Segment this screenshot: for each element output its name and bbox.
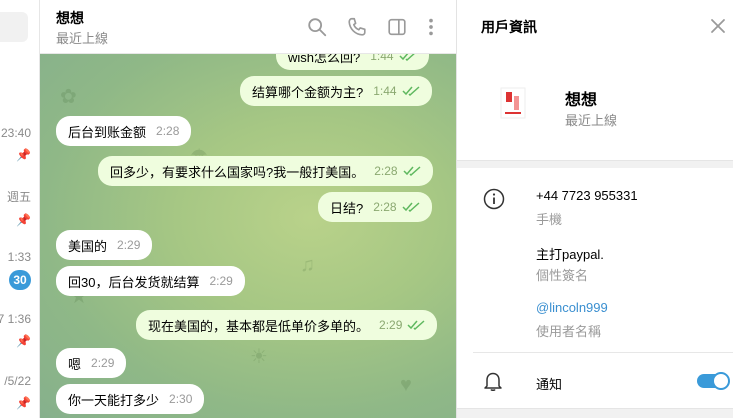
message-meta: 2:29 — [117, 238, 140, 252]
bio-label: 個性簽名 — [536, 268, 589, 283]
double-check-icon — [407, 320, 425, 330]
message-text: 回多少，有要求什么国家吗?我一般打美国。 — [110, 164, 365, 180]
search-icon[interactable] — [306, 16, 328, 38]
chat-time: 週五 — [6, 190, 31, 204]
message-text: 美国的 — [68, 238, 108, 254]
panel-title: 用戶資訊 — [481, 19, 537, 35]
pin-icon: 📌 — [16, 213, 31, 227]
message-bubble-outgoing[interactable]: 回多少，有要求什么国家吗?我一般打美国。 2:28 — [98, 156, 433, 186]
message-bubble-outgoing[interactable]: 结算哪个金额为主? 1:44 — [240, 76, 432, 106]
message-time: 2:29 — [91, 356, 115, 370]
chat-time: /5/22 — [4, 374, 31, 388]
chat-list-item[interactable]: 7 1:36 📌 — [0, 312, 31, 348]
chat-time: 7 1:36 — [0, 312, 31, 326]
pin-icon: 📌 — [16, 334, 31, 348]
message-text: 回30，后台发货就结算 — [68, 274, 200, 290]
message-meta: 2:29 — [379, 318, 425, 332]
chat-status: 最近上線 — [56, 31, 109, 46]
section-divider — [457, 160, 733, 168]
notifications-label: 通知 — [536, 377, 563, 392]
chat-search-stub[interactable] — [0, 12, 28, 42]
message-meta: 2:28 — [156, 124, 179, 138]
avatar[interactable] — [493, 82, 533, 126]
message-time: 2:28 — [373, 200, 397, 214]
bio-text[interactable]: 主打paypal. — [536, 244, 604, 263]
panel-header: 用戶資訊 — [457, 0, 733, 54]
toggle-knob — [712, 372, 730, 390]
message-text: 结算哪个金额为主? — [252, 84, 364, 100]
doodle: ✿ — [60, 86, 77, 108]
phone-icon[interactable] — [346, 16, 368, 38]
message-text: 现在美国的，基本都是低单价多单的。 — [148, 318, 370, 334]
message-text: 日结? — [330, 200, 364, 216]
message-meta: 2:30 — [169, 392, 192, 406]
message-time: 2:29 — [379, 318, 403, 332]
chat-list-sliver: 23:40 📌 週五 📌 1:33 30 7 1:36 📌 /5/22 📌 — [0, 0, 40, 418]
more-vertical-icon[interactable] — [420, 16, 442, 38]
notifications-toggle[interactable] — [697, 372, 730, 390]
message-bubble-outgoing[interactable]: 现在美国的，基本都是低单价多单的。 2:29 — [136, 310, 438, 340]
message-time: 2:29 — [117, 238, 141, 252]
message-meta: 2:29 — [91, 356, 114, 370]
sidebar-toggle-icon[interactable] — [386, 16, 408, 38]
doodle: ♥ — [400, 374, 412, 396]
doodle: ☀ — [250, 346, 268, 368]
chat-area: 想想 最近上線 ✿ ☂ ♫ ★ ☀ ♥ wish怎么回? 1:44 — [40, 0, 456, 418]
chat-list-item[interactable]: 週五 📌 — [0, 188, 31, 227]
unread-badge: 30 — [9, 270, 31, 290]
message-meta: 1:44 — [373, 84, 420, 98]
message-time: 2:30 — [169, 392, 193, 406]
message-time: 1:44 — [373, 84, 397, 98]
message-bubble-outgoing[interactable]: 日结? 2:28 — [318, 192, 432, 222]
pin-icon: 📌 — [16, 148, 31, 162]
profile-name: 想想 — [565, 92, 598, 109]
bell-icon — [484, 372, 502, 391]
username-label: 使用者名稱 — [536, 324, 602, 339]
chat-list-item[interactable]: 23:40 📌 — [0, 126, 31, 162]
section-divider — [457, 408, 733, 418]
info-icon — [483, 188, 505, 210]
message-bubble-incoming[interactable]: 后台到账金额 2:28 — [56, 116, 192, 146]
username-link[interactable]: @lincoln999 — [536, 300, 608, 315]
message-text: 嗯 — [68, 356, 82, 372]
chat-list-item[interactable]: 1:33 30 — [0, 250, 31, 290]
chat-time: 23:40 — [0, 126, 31, 140]
message-meta: 2:28 — [374, 164, 421, 178]
message-text: 你一天能打多少 — [68, 392, 160, 408]
message-bubble-incoming[interactable]: 回30，后台发货就结算 2:29 — [56, 266, 245, 296]
user-info-panel: 用戶資訊 想想 最近上線 +44 7723 955331 手機 主打paypal… — [456, 0, 733, 418]
chat-time: 1:33 — [7, 250, 31, 264]
message-time: 2:28 — [156, 124, 180, 138]
message-time: 2:29 — [209, 274, 233, 288]
message-text: 后台到账金额 — [68, 124, 147, 140]
chat-header[interactable]: 想想 最近上線 — [40, 0, 456, 54]
double-check-icon — [402, 86, 420, 96]
phone-number[interactable]: +44 7723 955331 — [536, 188, 638, 203]
row-divider — [473, 352, 733, 353]
message-bubble-incoming[interactable]: 你一天能打多少 2:30 — [56, 384, 205, 414]
message-bubble-incoming[interactable]: 嗯 2:29 — [56, 348, 127, 378]
double-check-icon — [402, 202, 420, 212]
chat-list-item[interactable]: /5/22 📌 — [0, 374, 31, 410]
doodle: ♫ — [300, 254, 315, 276]
phone-label: 手機 — [536, 212, 563, 227]
chat-title[interactable]: 想想 — [56, 8, 84, 28]
close-icon[interactable] — [708, 16, 728, 36]
pin-icon: 📌 — [16, 396, 31, 410]
message-bubble-incoming[interactable]: 美国的 2:29 — [56, 230, 153, 260]
profile-status: 最近上線 — [565, 113, 618, 128]
message-meta: 2:29 — [209, 274, 232, 288]
message-meta: 2:28 — [373, 200, 420, 214]
double-check-icon — [403, 166, 421, 176]
message-time: 2:28 — [374, 164, 398, 178]
